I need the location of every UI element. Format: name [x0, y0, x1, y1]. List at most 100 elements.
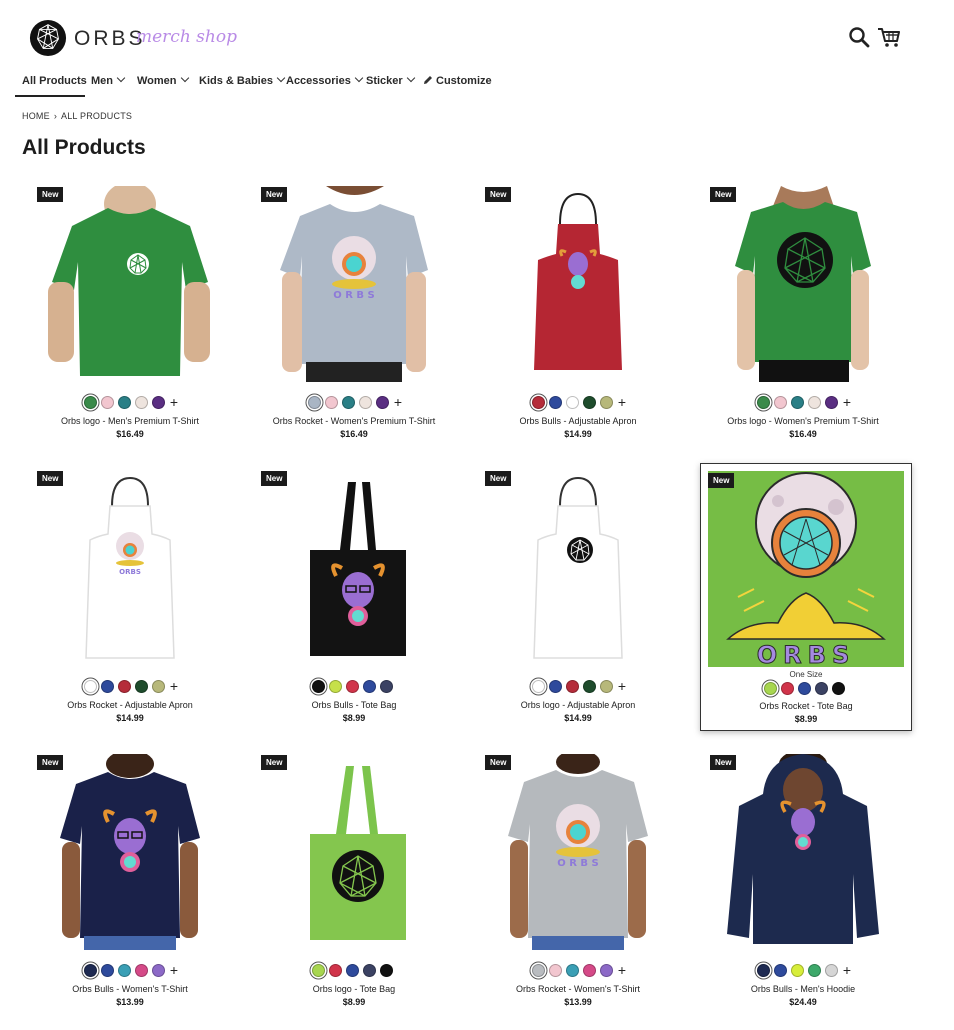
color-swatch[interactable]: [756, 396, 770, 409]
color-swatch[interactable]: [531, 964, 545, 977]
color-swatch[interactable]: [565, 396, 579, 409]
color-swatch[interactable]: [582, 964, 596, 977]
color-swatch[interactable]: [565, 680, 579, 693]
color-swatch[interactable]: [363, 680, 376, 693]
color-swatch[interactable]: [100, 680, 114, 693]
product-name[interactable]: Orbs Bulls - Tote Bag: [248, 700, 460, 710]
more-colors-button[interactable]: +: [618, 963, 626, 977]
product-image[interactable]: [697, 754, 909, 950]
color-swatch[interactable]: [582, 396, 596, 409]
color-swatch[interactable]: [117, 680, 131, 693]
color-swatch[interactable]: [790, 964, 804, 977]
more-colors-button[interactable]: +: [394, 395, 402, 409]
color-swatch[interactable]: [815, 682, 828, 695]
product-image[interactable]: O R B S: [248, 186, 460, 382]
product-name[interactable]: Orbs Rocket - Women's T-Shirt: [472, 984, 684, 994]
product-name[interactable]: Orbs Bulls - Adjustable Apron: [472, 416, 684, 426]
product-image[interactable]: [472, 186, 684, 382]
color-swatch[interactable]: [807, 964, 821, 977]
product-image[interactable]: [248, 470, 460, 666]
product-card[interactable]: New + Orbs Bulls - Men's Hoodie $24.49: [697, 754, 909, 1018]
color-swatch[interactable]: [548, 396, 562, 409]
color-swatch[interactable]: [531, 396, 545, 409]
color-swatch[interactable]: [329, 964, 342, 977]
product-card[interactable]: New O R B S + Orbs Rocket - Women's T-Sh…: [472, 754, 684, 1018]
product-image[interactable]: [472, 470, 684, 666]
product-image[interactable]: O R B S: [472, 754, 684, 950]
more-colors-button[interactable]: +: [843, 395, 851, 409]
color-swatch[interactable]: [151, 964, 165, 977]
color-swatch[interactable]: [807, 396, 821, 409]
more-colors-button[interactable]: +: [170, 395, 178, 409]
nav-item-accessories[interactable]: Accessories: [286, 73, 364, 87]
product-card[interactable]: New + Orbs logo - Men's Premium T-Shirt …: [24, 186, 236, 450]
more-colors-button[interactable]: +: [618, 679, 626, 693]
product-name[interactable]: Orbs Bulls - Women's T-Shirt: [24, 984, 236, 994]
color-swatch[interactable]: [548, 680, 562, 693]
color-swatch[interactable]: [134, 396, 148, 409]
color-swatch[interactable]: [380, 680, 393, 693]
color-swatch[interactable]: [151, 680, 165, 693]
color-swatch[interactable]: [781, 682, 794, 695]
product-card[interactable]: New Orbs logo - Tote Bag $8.99: [248, 754, 460, 1018]
nav-item-kids-babies[interactable]: Kids & Babies: [199, 73, 286, 87]
color-swatch[interactable]: [531, 680, 545, 693]
nav-item-men[interactable]: Men: [91, 73, 126, 87]
product-image[interactable]: ORBS: [708, 471, 904, 667]
product-image[interactable]: [24, 754, 236, 950]
color-swatch[interactable]: [375, 396, 389, 409]
color-swatch[interactable]: [599, 964, 613, 977]
product-name[interactable]: Orbs Rocket - Women's Premium T-Shirt: [248, 416, 460, 426]
color-swatch[interactable]: [832, 682, 845, 695]
color-swatch[interactable]: [798, 682, 811, 695]
product-image[interactable]: [697, 186, 909, 382]
nav-item-all-products[interactable]: All Products: [22, 75, 87, 87]
color-swatch[interactable]: [599, 680, 613, 693]
product-card[interactable]: New + Orbs logo - Women's Premium T-Shir…: [697, 186, 909, 450]
more-colors-button[interactable]: +: [618, 395, 626, 409]
color-swatch[interactable]: [341, 396, 355, 409]
product-name[interactable]: Orbs logo - Tote Bag: [248, 984, 460, 994]
color-swatch[interactable]: [599, 396, 613, 409]
color-swatch[interactable]: [363, 964, 376, 977]
nav-item-women[interactable]: Women: [137, 73, 189, 87]
color-swatch[interactable]: [346, 680, 359, 693]
product-image[interactable]: ORBS: [24, 470, 236, 666]
color-swatch[interactable]: [307, 396, 321, 409]
color-swatch[interactable]: [83, 964, 97, 977]
color-swatch[interactable]: [329, 680, 342, 693]
color-swatch[interactable]: [117, 396, 131, 409]
color-swatch[interactable]: [582, 680, 596, 693]
more-colors-button[interactable]: +: [170, 963, 178, 977]
color-swatch[interactable]: [117, 964, 131, 977]
color-swatch[interactable]: [151, 396, 165, 409]
search-icon[interactable]: [846, 24, 872, 50]
nav-item-sticker[interactable]: Sticker: [366, 73, 415, 87]
color-swatch[interactable]: [324, 396, 338, 409]
product-name[interactable]: Orbs logo - Adjustable Apron: [472, 700, 684, 710]
color-swatch[interactable]: [83, 680, 97, 693]
color-swatch[interactable]: [83, 396, 97, 409]
color-swatch[interactable]: [134, 964, 148, 977]
color-swatch[interactable]: [380, 964, 393, 977]
more-colors-button[interactable]: +: [843, 963, 851, 977]
color-swatch[interactable]: [764, 682, 777, 695]
product-card-hovered[interactable]: New ORBS One Size Orbs Rocket - Tote Bag…: [700, 463, 912, 731]
color-swatch[interactable]: [312, 680, 325, 693]
color-swatch[interactable]: [346, 964, 359, 977]
color-swatch[interactable]: [790, 396, 804, 409]
product-card[interactable]: New + Orbs Bulls - Women's T-Shirt $13.9…: [24, 754, 236, 1018]
product-name[interactable]: Orbs Rocket - Adjustable Apron: [24, 700, 236, 710]
product-card[interactable]: New ORBS + Orbs Rocket - Adjustable Apro…: [24, 470, 236, 734]
breadcrumb-home[interactable]: HOME: [22, 111, 50, 121]
product-card[interactable]: New O R B S + Orbs Rocket - Women's Prem…: [248, 186, 460, 450]
product-card[interactable]: New Orbs Bulls - Tote Bag $8.99: [248, 470, 460, 734]
color-swatch[interactable]: [773, 964, 787, 977]
product-image[interactable]: [248, 754, 460, 950]
nav-item-customize[interactable]: Customize: [423, 75, 492, 87]
product-card[interactable]: New + Orbs logo - Adjustable Apron $14.9…: [472, 470, 684, 734]
color-swatch[interactable]: [824, 964, 838, 977]
color-swatch[interactable]: [312, 964, 325, 977]
color-swatch[interactable]: [358, 396, 372, 409]
color-swatch[interactable]: [548, 964, 562, 977]
